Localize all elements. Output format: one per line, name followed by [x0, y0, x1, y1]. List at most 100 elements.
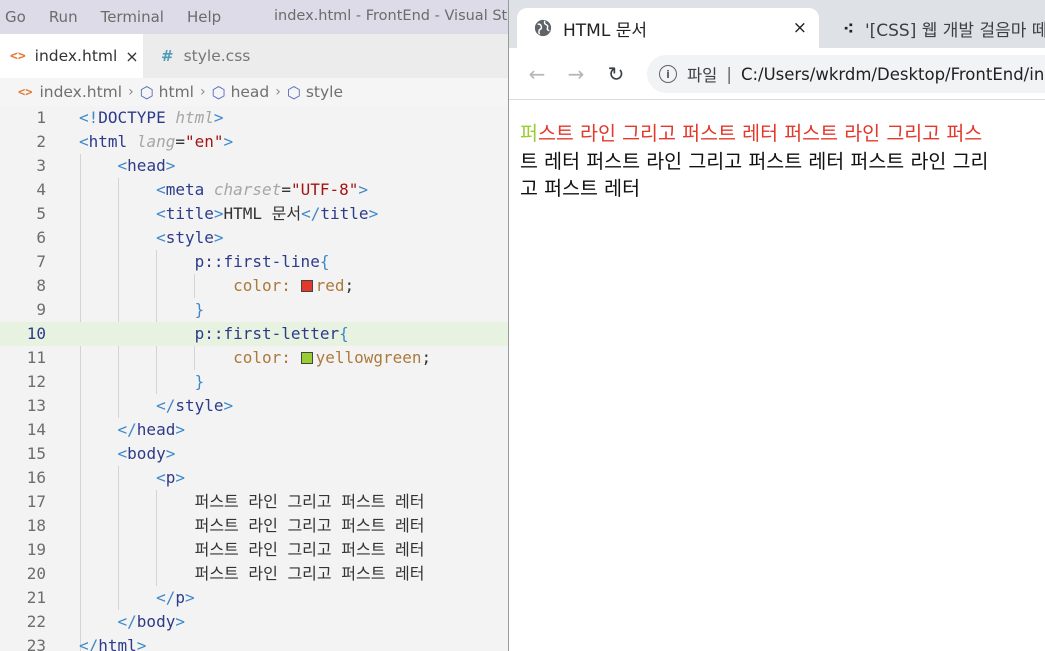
line-number: 16: [26, 468, 46, 487]
code-line: 21 </p>: [0, 586, 508, 610]
code-line: 15 <body>: [0, 442, 508, 466]
chevron-right-icon: ›: [275, 84, 281, 100]
menu-help[interactable]: Help: [187, 8, 221, 26]
code-line: 18 퍼스트 라인 그리고 퍼스트 레터: [0, 514, 508, 538]
vscode-window: Go Run Terminal Help index.html - FrontE…: [0, 0, 508, 651]
globe-icon: [534, 19, 552, 37]
line-number: 20: [26, 564, 46, 583]
line-number: 13: [26, 396, 46, 415]
code-line: 7 p::first-line{: [0, 250, 508, 274]
address-url: C:/Users/wkrdm/Desktop/FrontEnd/ind: [740, 64, 1045, 84]
line-number: 7: [36, 252, 46, 271]
chevron-right-icon: ›: [128, 84, 134, 100]
line-number: 14: [26, 420, 46, 439]
code-line: 22 </body>: [0, 610, 508, 634]
menu-go[interactable]: Go: [5, 8, 26, 26]
menu-bar: Go Run Terminal Help index.html - FrontE…: [0, 0, 508, 34]
line-number: 23: [26, 636, 46, 651]
site-favicon-icon: ⁖: [843, 18, 854, 38]
code-line: 1 <!DOCTYPE html>: [0, 106, 508, 130]
code-line: 23 </html>: [0, 634, 508, 651]
line-number: 18: [26, 516, 46, 535]
tab-style-css[interactable]: # style.css: [143, 34, 293, 78]
code-text: 퍼스트 라인 그리고 퍼스트 레터: [194, 564, 425, 583]
line-number: 11: [26, 348, 46, 367]
first-line-text: 스트 라인 그리고 퍼스트 레터 퍼스트 라인 그리고 퍼스: [537, 122, 983, 145]
editor-tab-bar: <> index.html × # style.css: [0, 34, 508, 78]
reload-icon[interactable]: ↻: [601, 59, 631, 89]
code-line: 13 </style>: [0, 394, 508, 418]
line-number: 3: [36, 156, 46, 175]
code-line: 9 }: [0, 298, 508, 322]
tab-index-html[interactable]: <> index.html ×: [0, 34, 143, 78]
first-letter-text: 퍼: [520, 122, 538, 145]
forward-arrow-icon[interactable]: →: [561, 59, 591, 89]
browser-tab-title: HTML 문서: [563, 20, 647, 41]
line-number: 5: [36, 204, 46, 223]
breadcrumb-style[interactable]: style: [306, 83, 343, 101]
address-scheme-label: 파일: [687, 66, 718, 85]
cube-icon: ⬡: [139, 82, 154, 102]
color-swatch-red[interactable]: [300, 280, 313, 292]
tab-label: index.html: [34, 47, 118, 65]
code-line: 5 <title>HTML 문서</title>: [0, 202, 508, 226]
cube-icon: ⬡: [211, 82, 226, 102]
chevron-right-icon: ›: [199, 84, 206, 100]
code-editor[interactable]: 1 <!DOCTYPE html> 2 <html lang="en"> 3 <he…: [0, 106, 508, 651]
close-icon[interactable]: ×: [125, 47, 138, 66]
paragraph-line-3: 고 퍼스트 레터: [520, 177, 641, 200]
line-number: 22: [26, 612, 46, 631]
breadcrumb-head[interactable]: head: [231, 83, 270, 101]
line-number: 9: [36, 300, 46, 319]
code-line: 11 color: yellowgreen;: [0, 346, 508, 370]
color-swatch-yellowgreen[interactable]: [300, 352, 313, 364]
code-line: 17 퍼스트 라인 그리고 퍼스트 레터: [0, 490, 508, 514]
browser-tab-title: '[CSS] 웹 개발 걸음마 떼: [864, 20, 1045, 41]
browser-tab-html-doc[interactable]: HTML 문서 ×: [517, 8, 819, 48]
code-line: 19 퍼스트 라인 그리고 퍼스트 레터: [0, 538, 508, 562]
line-number: 19: [26, 540, 46, 559]
code-text: 퍼스트 라인 그리고 퍼스트 레터: [194, 492, 425, 511]
code-line: 12 }: [0, 370, 508, 394]
code-line: 8 color: red;: [0, 274, 508, 298]
back-arrow-icon[interactable]: ←: [522, 59, 552, 89]
tab-label: style.css: [183, 47, 251, 65]
line-number: 6: [36, 228, 46, 247]
address-bar[interactable]: i 파일 | C:/Users/wkrdm/Desktop/FrontEnd/i…: [647, 55, 1045, 93]
line-number: 17: [26, 492, 46, 511]
browser-tab-css-article[interactable]: ⁖ '[CSS] 웹 개발 걸음마 떼: [827, 8, 1045, 48]
code-line: 6 <style>: [0, 226, 508, 250]
line-number: 21: [26, 588, 46, 607]
code-line: 14 </head>: [0, 418, 508, 442]
code-line: 20 퍼스트 라인 그리고 퍼스트 레터: [0, 562, 508, 586]
info-icon[interactable]: i: [659, 65, 677, 83]
menu-terminal[interactable]: Terminal: [101, 8, 164, 26]
window-title: index.html - FrontEnd - Visual Studi: [274, 8, 508, 24]
html-file-icon: <>: [10, 48, 26, 64]
browser-tab-strip: HTML 문서 × ⁖ '[CSS] 웹 개발 걸음마 떼: [509, 0, 1045, 48]
line-number: 2: [36, 132, 46, 151]
breadcrumb: <> index.html › ⬡ html › ⬡ head › ⬡ styl…: [0, 78, 508, 106]
menu-run[interactable]: Run: [49, 8, 78, 26]
rendered-page: 퍼스트 라인 그리고 퍼스트 레터 퍼스트 라인 그리고 퍼스트 레터 퍼스트 …: [509, 100, 1045, 651]
paragraph-line-2: 트 레터 퍼스트 라인 그리고 퍼스트 레터 퍼스트 라인 그리: [520, 149, 989, 173]
line-number: 1: [36, 108, 46, 127]
line-number: 15: [26, 444, 46, 463]
browser-toolbar: ← → ↻ i 파일 | C:/Users/wkrdm/Desktop/Fron…: [509, 48, 1045, 100]
code-line-current: 10 p::first-letter{: [0, 322, 508, 346]
close-icon[interactable]: ×: [793, 18, 807, 38]
code-line: 16 <p>: [0, 466, 508, 490]
breadcrumb-html[interactable]: html: [159, 83, 194, 101]
code-text: 퍼스트 라인 그리고 퍼스트 레터: [194, 540, 425, 559]
address-separator: |: [726, 64, 732, 84]
browser-window: HTML 문서 × ⁖ '[CSS] 웹 개발 걸음마 떼 ← → ↻ i 파일…: [508, 0, 1045, 651]
css-file-icon: #: [161, 47, 174, 65]
breadcrumb-file[interactable]: index.html: [39, 83, 122, 101]
code-line: 2 <html lang="en">: [0, 130, 508, 154]
line-number: 10: [26, 324, 46, 343]
code-line: 4 <meta charset="UTF-8">: [0, 178, 508, 202]
line-number: 12: [26, 372, 46, 391]
line-number: 8: [36, 276, 46, 295]
rendered-paragraph: 퍼스트 라인 그리고 퍼스트 레터 퍼스트 라인 그리고 퍼스트 레터 퍼스트 …: [520, 120, 1045, 203]
line-number: 4: [36, 180, 46, 199]
